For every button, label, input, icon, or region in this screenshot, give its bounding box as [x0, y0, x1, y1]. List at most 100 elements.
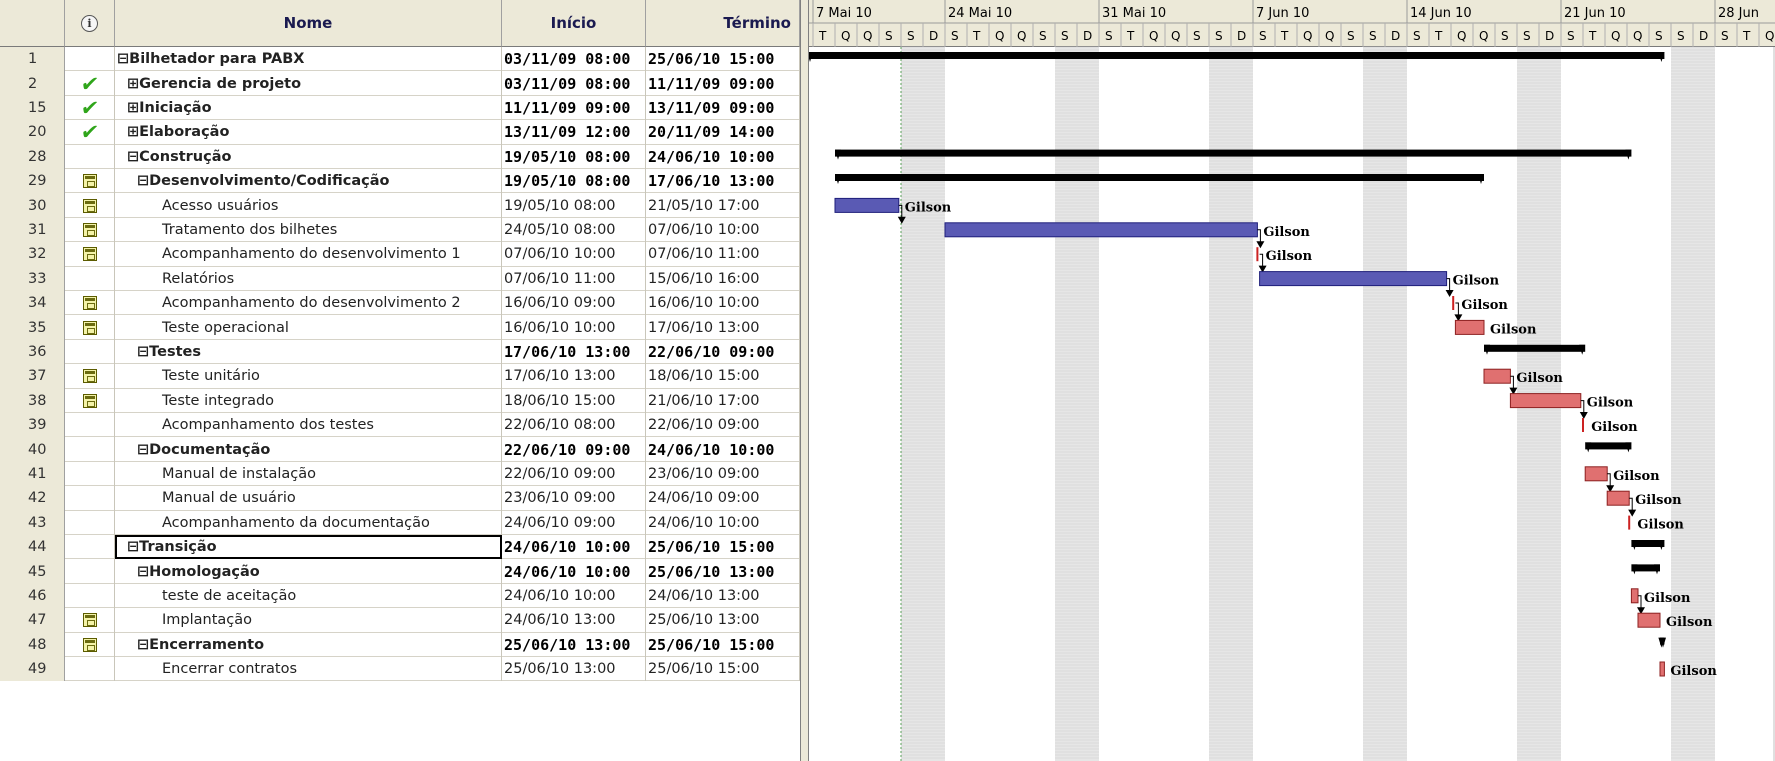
task-row[interactable]: 40 ⊟Documentação 22/06/10 09:00 24/06/10 10…: [0, 437, 800, 462]
task-end[interactable]: 15/06/10 16:00: [646, 266, 800, 291]
task-id[interactable]: 48: [0, 632, 65, 657]
task-name[interactable]: Acesso usuários: [115, 193, 502, 218]
header-id[interactable]: [0, 0, 65, 47]
task-start[interactable]: 19/05/10 08:00: [502, 193, 646, 218]
task-end[interactable]: 18/06/10 15:00: [646, 364, 800, 389]
task-id[interactable]: 38: [0, 388, 65, 413]
task-end[interactable]: 20/11/09 14:00: [646, 120, 800, 145]
task-end[interactable]: 16/06/10 10:00: [646, 291, 800, 316]
task-name[interactable]: teste de aceitação: [115, 583, 502, 609]
task-end[interactable]: 24/06/10 10:00: [646, 510, 800, 535]
task-id[interactable]: 31: [0, 217, 65, 243]
task-bar[interactable]: [1584, 466, 1608, 482]
task-bar[interactable]: [1454, 319, 1485, 335]
task-name[interactable]: ⊞Gerencia de projeto: [115, 71, 502, 96]
task-name[interactable]: ⊞Elaboração: [115, 120, 502, 145]
task-name[interactable]: ⊟Testes: [115, 339, 502, 365]
task-row[interactable]: 34 Acompanhamento do desenvolvimento 2 16/…: [0, 291, 800, 316]
task-start[interactable]: 07/06/10 10:00: [502, 242, 646, 267]
task-row[interactable]: 28 ⊟Construção 19/05/10 08:00 24/06/10 10:0…: [0, 144, 800, 169]
task-id[interactable]: 30: [0, 193, 65, 218]
task-bar[interactable]: [834, 197, 900, 213]
task-row[interactable]: 36 ⊟Testes 17/06/10 13:00 22/06/10 09:00: [0, 339, 800, 365]
task-id[interactable]: 35: [0, 315, 65, 340]
task-id[interactable]: 45: [0, 559, 65, 584]
task-end[interactable]: 25/06/10 13:00: [646, 608, 800, 633]
task-name[interactable]: Tratamento dos bilhetes: [115, 217, 502, 243]
task-id[interactable]: 39: [0, 413, 65, 438]
task-id[interactable]: 40: [0, 437, 65, 462]
task-end[interactable]: 24/06/10 13:00: [646, 583, 800, 609]
task-start[interactable]: 11/11/09 09:00: [502, 95, 646, 121]
task-start[interactable]: 16/06/10 10:00: [502, 315, 646, 340]
task-name[interactable]: Acompanhamento do desenvolvimento 1: [115, 242, 502, 267]
task-start[interactable]: 24/06/10 13:00: [502, 608, 646, 633]
task-row[interactable]: 37 Teste unitário 17/06/10 13:00 18/06/10 1…: [0, 364, 800, 389]
header-name[interactable]: Nome: [115, 0, 502, 47]
task-name[interactable]: Manual de usuário: [115, 486, 502, 511]
task-bar[interactable]: [1483, 368, 1511, 384]
task-id[interactable]: 1: [0, 47, 65, 72]
task-row[interactable]: 15 ✔ ⊞Iniciação 11/11/09 09:00 13/11/09 09:0…: [0, 95, 800, 121]
task-id[interactable]: 28: [0, 144, 65, 169]
task-name[interactable]: ⊟Desenvolvimento/Codificação: [115, 169, 502, 194]
task-start[interactable]: 19/05/10 08:00: [502, 144, 646, 169]
task-row[interactable]: 47 Implantação 24/06/10 13:00 25/06/10 13:0…: [0, 608, 800, 633]
task-row[interactable]: 1 ⊟Bilhetador para PABX 03/11/09 08:00 25/0…: [0, 47, 800, 72]
task-start[interactable]: 24/05/10 08:00: [502, 217, 646, 243]
header-end[interactable]: Término: [646, 0, 800, 47]
task-end[interactable]: 25/06/10 15:00: [646, 657, 800, 682]
task-name[interactable]: Encerrar contratos: [115, 657, 502, 682]
task-row[interactable]: 35 Teste operacional 16/06/10 10:00 17/06/1…: [0, 315, 800, 340]
task-end[interactable]: 24/06/10 09:00: [646, 486, 800, 511]
task-start[interactable]: 23/06/10 09:00: [502, 486, 646, 511]
task-bar[interactable]: [1659, 661, 1665, 677]
task-row[interactable]: 33 Relatórios 07/06/10 11:00 15/06/10 16:00: [0, 266, 800, 291]
task-bar[interactable]: [1509, 393, 1582, 409]
task-start[interactable]: 18/06/10 15:00: [502, 388, 646, 413]
task-start[interactable]: 24/06/10 10:00: [502, 535, 646, 560]
task-id[interactable]: 20: [0, 120, 65, 145]
task-name[interactable]: ⊟Documentação: [115, 437, 502, 462]
task-id[interactable]: 44: [0, 535, 65, 560]
task-row[interactable]: 20 ✔ ⊞Elaboração 13/11/09 12:00 20/11/09 14:…: [0, 120, 800, 145]
task-start[interactable]: 16/06/10 09:00: [502, 291, 646, 316]
task-row[interactable]: 2 ✔ ⊞Gerencia de projeto 03/11/09 08:00 11/1…: [0, 71, 800, 96]
view-splitter[interactable]: [800, 0, 809, 761]
task-start[interactable]: 24/06/10 10:00: [502, 583, 646, 609]
task-start[interactable]: 03/11/09 08:00: [502, 47, 646, 72]
task-row[interactable]: 43 Acompanhamento da documentação 24/06/10…: [0, 510, 800, 535]
task-start[interactable]: 24/06/10 09:00: [502, 510, 646, 535]
task-name[interactable]: Relatórios: [115, 266, 502, 291]
task-start[interactable]: 22/06/10 08:00: [502, 413, 646, 438]
task-row[interactable]: 45 ⊟Homologação 24/06/10 10:00 25/06/10 13:…: [0, 559, 800, 584]
task-id[interactable]: 43: [0, 510, 65, 535]
task-id[interactable]: 29: [0, 169, 65, 194]
task-name[interactable]: Acompanhamento da documentação: [115, 510, 502, 535]
task-end[interactable]: 17/06/10 13:00: [646, 169, 800, 194]
task-row[interactable]: 38 Teste integrado 18/06/10 15:00 21/06/10 …: [0, 388, 800, 413]
task-row[interactable]: 49 Encerrar contratos 25/06/10 13:00 25/06/…: [0, 657, 800, 682]
task-row[interactable]: 48 ⊟Encerramento 25/06/10 13:00 25/06/10 15…: [0, 632, 800, 657]
task-name[interactable]: Teste integrado: [115, 388, 502, 413]
task-name[interactable]: ⊟Construção: [115, 144, 502, 169]
task-id[interactable]: 46: [0, 583, 65, 609]
task-end[interactable]: 21/06/10 17:00: [646, 388, 800, 413]
task-row[interactable]: 39 Acompanhamento dos testes 22/06/10 08:0…: [0, 413, 800, 438]
task-start[interactable]: 03/11/09 08:00: [502, 71, 646, 96]
task-row[interactable]: 30 Acesso usuários 19/05/10 08:00 21/05/10 …: [0, 193, 800, 218]
task-id[interactable]: 41: [0, 461, 65, 487]
task-row[interactable]: 44 ⊟Transição 24/06/10 10:00 25/06/10 15:00: [0, 535, 800, 560]
task-end[interactable]: 07/06/10 11:00: [646, 242, 800, 267]
task-name[interactable]: ⊟Encerramento: [115, 632, 502, 657]
task-end[interactable]: 11/11/09 09:00: [646, 71, 800, 96]
task-end[interactable]: 23/06/10 09:00: [646, 461, 800, 487]
task-name[interactable]: ⊟Transição: [115, 535, 502, 560]
task-id[interactable]: 15: [0, 95, 65, 121]
task-id[interactable]: 49: [0, 657, 65, 682]
task-bar[interactable]: [1630, 588, 1639, 604]
task-bar[interactable]: [1606, 490, 1630, 506]
task-row[interactable]: 42 Manual de usuário 23/06/10 09:00 24/06/1…: [0, 486, 800, 511]
task-end[interactable]: 25/06/10 13:00: [646, 559, 800, 584]
task-name[interactable]: Implantação: [115, 608, 502, 633]
